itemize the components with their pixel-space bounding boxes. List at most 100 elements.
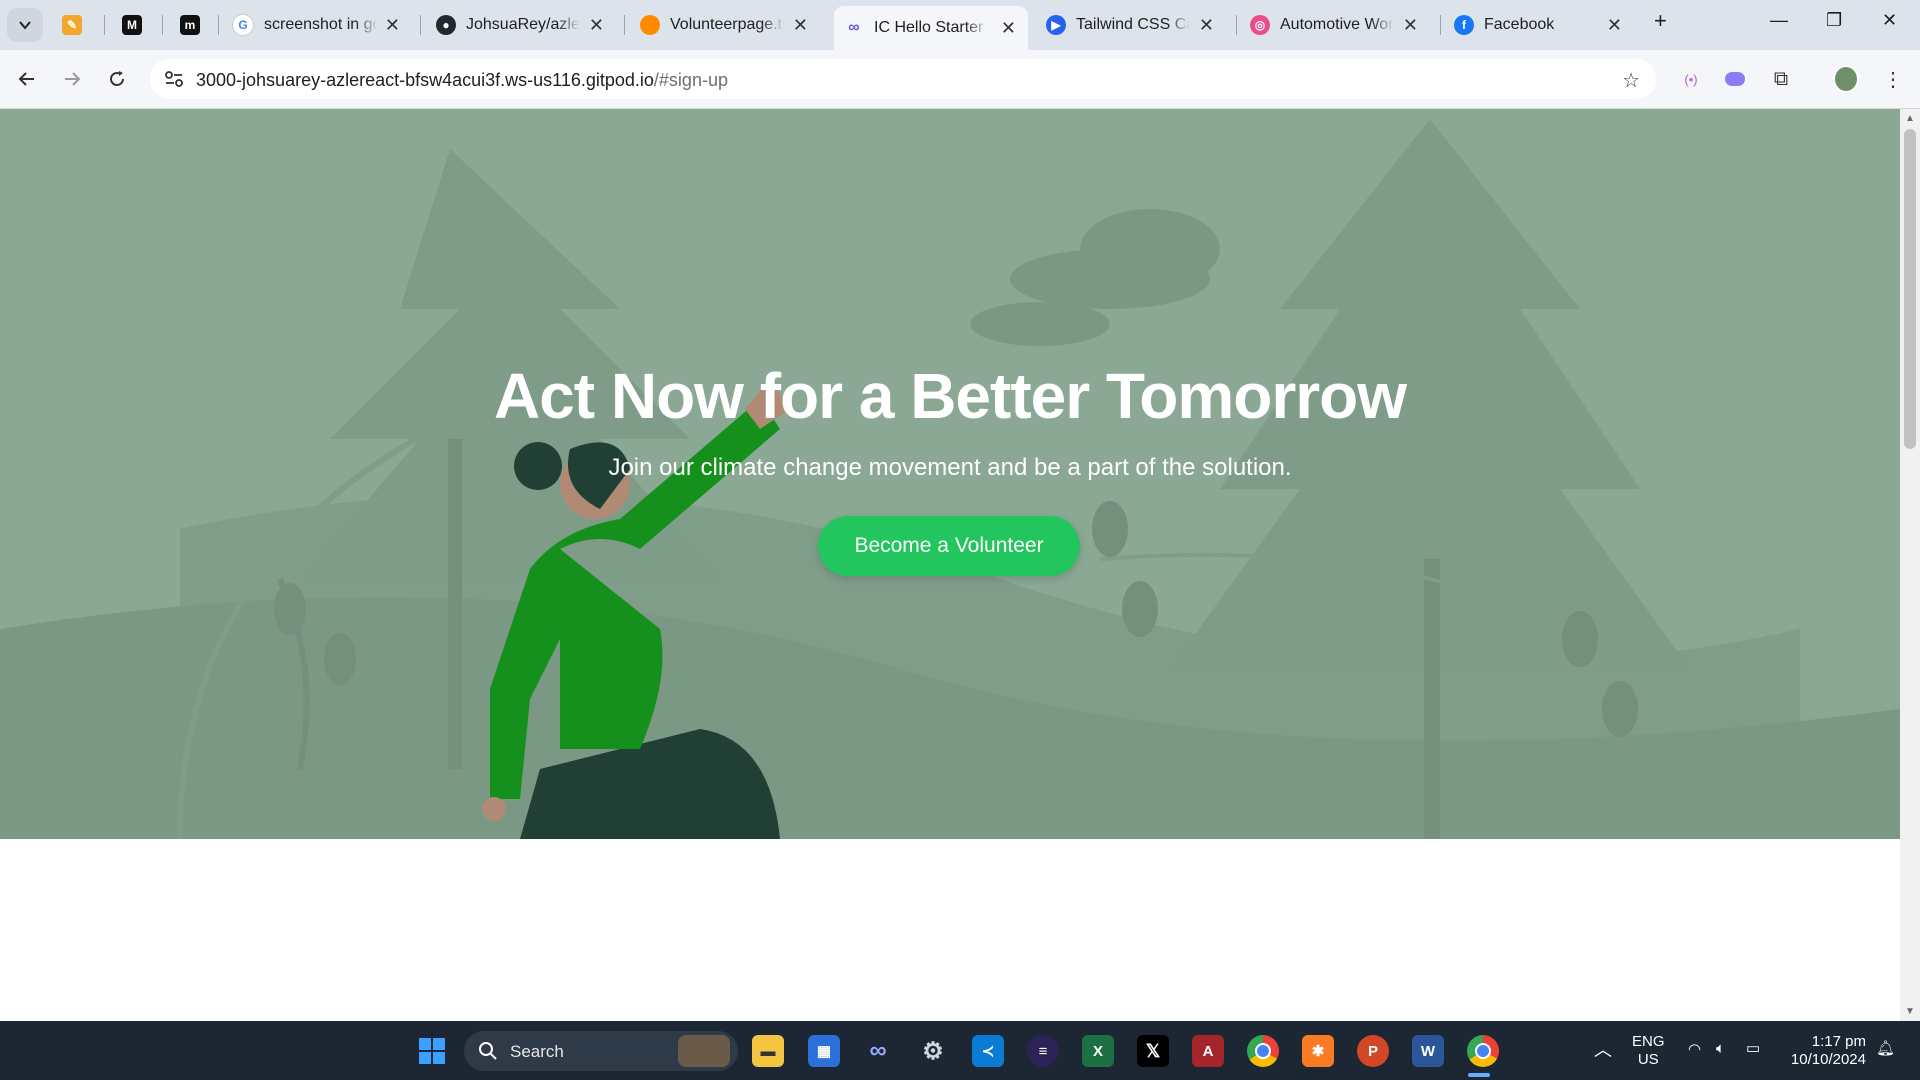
minimize-icon[interactable]: — [1770, 10, 1788, 31]
vscode-icon[interactable]: ≺ [972, 1035, 1004, 1067]
close-icon[interactable]: ✕ [1199, 15, 1214, 35]
volume-icon[interactable]: 🔈︎ [1716, 1040, 1725, 1058]
lang-line2: US [1637, 1051, 1659, 1068]
search-icon [479, 1042, 497, 1060]
close-icon[interactable]: ✕ [385, 15, 400, 35]
back-icon[interactable] [12, 64, 42, 94]
powerpoint-icon[interactable]: P [1357, 1035, 1389, 1067]
chrome-icon[interactable] [1247, 1035, 1279, 1067]
notification-bell-icon[interactable]: 🔔︎ [1876, 1040, 1895, 1058]
restore-icon[interactable]: ❐ [1826, 10, 1842, 31]
file-explorer-icon[interactable]: ▬ [752, 1035, 784, 1067]
language-indicator[interactable]: ENG US [1632, 1033, 1665, 1069]
tab-divider [1236, 15, 1237, 35]
extensions-puzzle-icon[interactable]: ⧉ [1768, 66, 1794, 92]
eclipse-icon[interactable]: ≡ [1027, 1035, 1059, 1067]
pencil-app-icon: ✎ [62, 15, 82, 35]
page-viewport: Act Now for a Better Tomorrow Join our c… [0, 109, 1900, 1021]
xampp-icon[interactable]: ✱ [1302, 1035, 1334, 1067]
infinity-app-icon[interactable]: ∞ [862, 1035, 894, 1067]
x-icon[interactable]: 𝕏 [1137, 1035, 1169, 1067]
close-icon[interactable]: ✕ [1001, 18, 1016, 38]
close-icon[interactable]: ✕ [1607, 15, 1622, 35]
settings-icon[interactable]: ⚙ [917, 1035, 949, 1067]
new-tab-icon[interactable]: + [1654, 8, 1667, 34]
reload-icon[interactable] [102, 64, 132, 94]
tab-divider [420, 15, 421, 35]
active-app-indicator [1468, 1073, 1490, 1077]
medium-icon: m [180, 15, 200, 35]
close-icon[interactable]: ✕ [589, 15, 604, 35]
tab-tailwind-card[interactable]: ▶ Tailwind CSS Card ✕ [1046, 6, 1226, 44]
tab-divider [162, 15, 163, 35]
wifi-icon[interactable]: ◠ [1688, 1041, 1701, 1059]
profile-avatar[interactable] [1833, 65, 1859, 93]
store-icon[interactable]: ▦ [808, 1035, 840, 1067]
lang-line1: ENG [1632, 1033, 1665, 1050]
browser-menu-icon[interactable]: ⋮ [1880, 66, 1906, 92]
window-close-icon[interactable]: ✕ [1882, 10, 1897, 31]
chevron-down-icon [19, 21, 31, 30]
close-icon[interactable]: ✕ [793, 15, 808, 35]
site-info-icon[interactable] [164, 70, 184, 88]
tab-pinned-2[interactable]: M [122, 6, 152, 44]
clock-time: 1:17 pm [1811, 1033, 1866, 1050]
tab-pinned-1[interactable]: ✎ [62, 6, 92, 44]
m-logo-icon: M [122, 15, 142, 35]
scroll-down-icon[interactable]: ▼ [1905, 1006, 1915, 1017]
url-text[interactable]: 3000-johsuarey-azlereact-bfsw4acui3f.ws-… [196, 70, 728, 91]
tab-automotive[interactable]: ◎ Automotive Work ✕ [1250, 6, 1430, 44]
google-icon: G [232, 14, 254, 36]
tab-divider [1440, 15, 1441, 35]
infinity-icon: ∞ [848, 19, 860, 36]
tab-divider [218, 15, 219, 35]
hero-title: Act Now for a Better Tomorrow [493, 360, 1407, 432]
hero-section: Act Now for a Better Tomorrow Join our c… [0, 109, 1900, 839]
tab-search-button[interactable] [7, 8, 43, 42]
play-icon: ▶ [1046, 15, 1066, 35]
tab-title: IC Hello Starter [874, 19, 984, 36]
word-icon[interactable]: W [1412, 1035, 1444, 1067]
facebook-icon: f [1454, 15, 1474, 35]
search-label: Search [510, 1042, 564, 1061]
tab-strip: ✎ M m G screenshot in goo ✕ ● JohsuaRey/… [0, 0, 1920, 50]
tab-pinned-3[interactable]: m [180, 6, 210, 44]
url-path: /#sign-up [653, 70, 728, 90]
scrollbar-thumb[interactable] [1904, 129, 1916, 449]
search-highlight-image [678, 1035, 730, 1067]
excel-icon[interactable]: X [1082, 1035, 1114, 1067]
tray-overflow-icon[interactable]: ︿ [1594, 1041, 1612, 1059]
tab-title: screenshot in goo [264, 16, 378, 33]
clock[interactable]: 1:17 pm 10/10/2024 [1784, 1033, 1866, 1069]
close-icon[interactable]: ✕ [1403, 15, 1418, 35]
tab-ic-hello-starter[interactable]: ∞ IC Hello Starter ✕ [834, 6, 1028, 50]
tab-divider [624, 15, 625, 35]
tab-divider [104, 15, 105, 35]
tab-volunteerpage[interactable]: Volunteerpage.tsx ✕ [640, 6, 820, 44]
scroll-up-icon[interactable]: ▲ [1905, 113, 1915, 124]
browser-toolbar: 3000-johsuarey-azlereact-bfsw4acui3f.ws-… [0, 50, 1920, 109]
tab-title: Tailwind CSS Card [1076, 16, 1190, 33]
page-scrollbar[interactable]: ▲ ▼ [1900, 109, 1920, 1021]
dribbble-icon: ◎ [1250, 15, 1270, 35]
clock-date: 10/10/2024 [1790, 1051, 1866, 1068]
forward-icon[interactable] [57, 64, 87, 94]
access-icon[interactable]: A [1192, 1035, 1224, 1067]
tab-title: Facebook [1484, 16, 1555, 33]
address-bar[interactable]: 3000-johsuarey-azlereact-bfsw4acui3f.ws-… [150, 59, 1656, 99]
tab-github[interactable]: ● JohsuaRey/azle-r ✕ [436, 6, 616, 44]
tab-google-search[interactable]: G screenshot in goo ✕ [232, 6, 412, 44]
extension-purple-icon[interactable] [1722, 66, 1748, 92]
gitpod-icon [640, 15, 660, 35]
windows-taskbar: Search ▬ ▦ ∞ ⚙ ≺ ≡ X 𝕏 A ✱ P W ︿ ENG US … [0, 1021, 1920, 1080]
tab-facebook[interactable]: f Facebook ✕ [1454, 6, 1634, 44]
extension-broadcast-icon[interactable]: (•) [1678, 66, 1704, 92]
chrome-active-icon[interactable] [1467, 1035, 1499, 1067]
bookmark-star-icon[interactable]: ☆ [1622, 68, 1640, 93]
url-host: 3000-johsuarey-azlereact-bfsw4acui3f.ws-… [196, 70, 654, 90]
hero-subtitle: Join our climate change movement and be … [608, 454, 1292, 481]
battery-icon[interactable]: ▭ [1746, 1040, 1760, 1058]
become-volunteer-button[interactable]: Become a Volunteer [818, 516, 1080, 576]
taskbar-search[interactable]: Search [464, 1031, 738, 1071]
start-icon[interactable] [416, 1035, 448, 1067]
